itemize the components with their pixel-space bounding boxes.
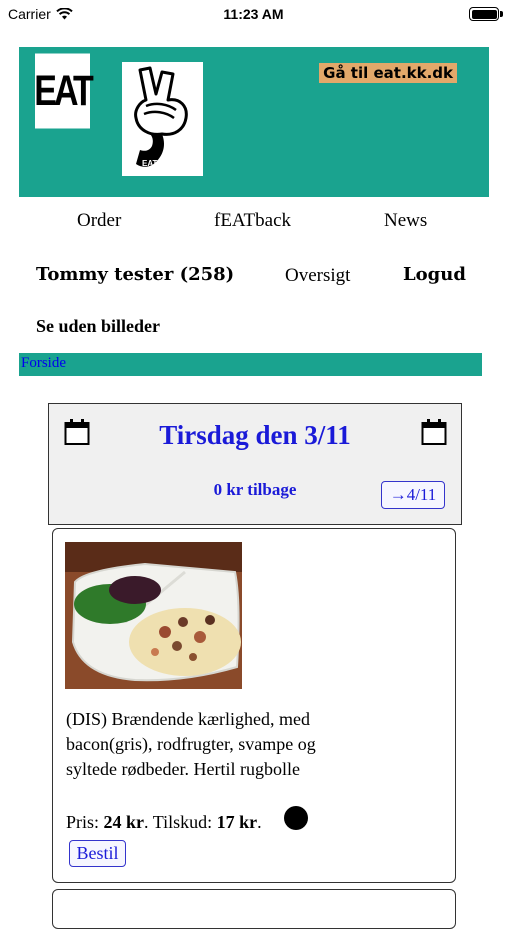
- battery-cap: [500, 11, 503, 17]
- meal-card: (DIS) Brændende kærlighed, med bacon(gri…: [52, 528, 456, 883]
- status-dot: [284, 806, 308, 830]
- main-nav: Order fEATback News: [0, 210, 507, 240]
- user-name: Tommy tester (258): [36, 264, 235, 285]
- status-bar: Carrier 11:23 AM: [0, 0, 507, 30]
- eat-logo[interactable]: EAT: [34, 53, 94, 129]
- mascot-label: EAT: [142, 159, 158, 168]
- nav-feedback[interactable]: fEATback: [214, 210, 291, 232]
- no-images-link[interactable]: Se uden billeder: [36, 316, 160, 337]
- breadcrumb-home-link[interactable]: Forside: [21, 355, 66, 372]
- nav-news[interactable]: News: [384, 210, 427, 232]
- day-card: Tirsdag den 3/11 0 kr tilbage →4/11: [48, 403, 462, 525]
- next-meal-card: [52, 889, 456, 929]
- next-day-button[interactable]: →4/11: [381, 481, 445, 509]
- battery-icon: [469, 7, 499, 21]
- subsidy-value: 17 kr: [216, 812, 258, 832]
- mascot-logo: EAT: [122, 62, 203, 176]
- peace-hand-icon: EAT: [134, 66, 188, 168]
- meal-price: Pris: 24 kr. Tilskud: 17 kr.: [66, 812, 262, 832]
- battery-fill: [471, 9, 497, 19]
- day-title: Tirsdag den 3/11: [159, 420, 351, 450]
- user-row: Tommy tester (258) Oversigt Logud: [0, 264, 507, 294]
- external-site-link[interactable]: Gå til eat.kk.dk: [319, 63, 457, 83]
- order-button[interactable]: Bestil: [69, 840, 126, 867]
- price-label: Pris:: [66, 812, 100, 832]
- meal-photo: [65, 542, 242, 689]
- meal-description: (DIS) Brændende kærlighed, med bacon(gri…: [66, 709, 316, 779]
- status-time: 11:23 AM: [223, 6, 284, 22]
- header-banner: EAT EAT Gå til eat.kk.dk: [19, 47, 489, 197]
- logout-link[interactable]: Logud: [403, 264, 466, 285]
- price-value: 24 kr: [103, 812, 145, 832]
- breadcrumb: Forside: [19, 353, 482, 376]
- nav-order[interactable]: Order: [77, 210, 121, 232]
- subsidy-label: Tilskud:: [152, 812, 213, 832]
- overview-link[interactable]: Oversigt: [285, 265, 350, 287]
